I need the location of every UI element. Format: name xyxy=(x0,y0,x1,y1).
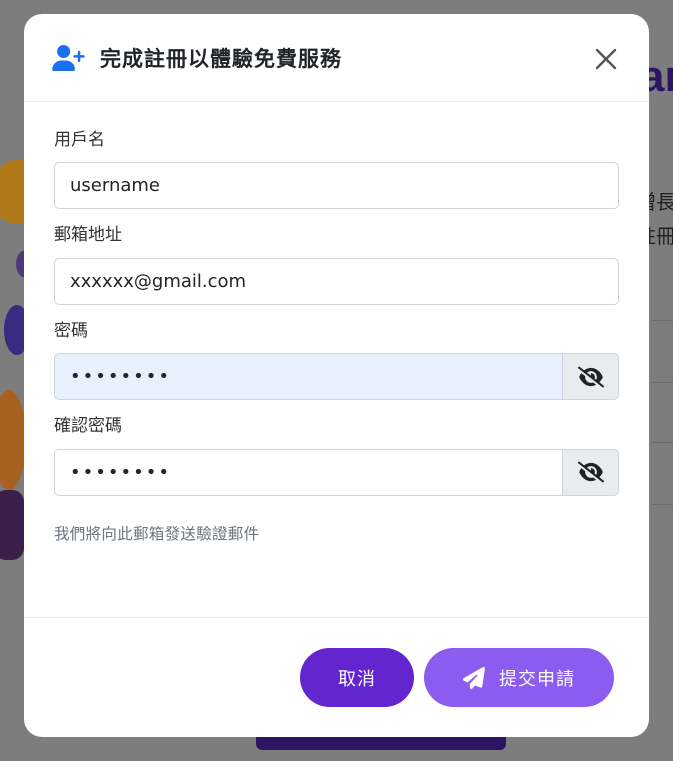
background-divider xyxy=(652,382,673,383)
confirm-password-value: •••••••• xyxy=(70,461,171,483)
submit-button[interactable]: 提交申請 xyxy=(424,648,614,707)
cancel-button[interactable]: 取消 xyxy=(300,648,414,707)
background-decoration xyxy=(0,490,24,560)
background-decoration xyxy=(0,390,26,490)
close-icon[interactable] xyxy=(591,44,621,74)
confirm-password-label: 確認密碼 xyxy=(54,416,122,437)
register-modal: 完成註冊以體驗免費服務 用戶名 username 郵箱地址 xxxxxx@gma… xyxy=(24,14,649,737)
background-divider xyxy=(652,442,673,443)
modal-body: 用戶名 username 郵箱地址 xxxxxx@gmail.com 密碼 ••… xyxy=(24,102,649,544)
submit-button-label: 提交申請 xyxy=(499,668,575,690)
username-input[interactable]: username xyxy=(54,162,619,210)
background-divider xyxy=(652,320,673,321)
password-value: •••••••• xyxy=(70,366,171,388)
confirm-password-group: 確認密碼 •••••••• xyxy=(54,416,619,496)
modal-title: 完成註冊以體驗免費服務 xyxy=(100,46,342,71)
email-label: 郵箱地址 xyxy=(54,225,122,246)
background-divider xyxy=(652,504,673,505)
toggle-password-button[interactable] xyxy=(563,353,619,401)
user-plus-icon xyxy=(52,44,86,72)
email-group: 郵箱地址 xxxxxx@gmail.com xyxy=(54,225,619,305)
toggle-confirm-password-button[interactable] xyxy=(563,448,619,496)
username-group: 用戶名 username xyxy=(54,130,619,210)
password-label: 密碼 xyxy=(54,320,88,341)
email-help-text: 我們將向此郵箱發送驗證郵件 xyxy=(54,524,260,543)
modal-footer: 取消 提交申請 xyxy=(24,617,649,737)
eye-slash-icon xyxy=(577,461,604,483)
modal-header: 完成註冊以體驗免費服務 xyxy=(24,14,649,102)
confirm-password-input[interactable]: •••••••• xyxy=(54,448,563,496)
password-input[interactable]: •••••••• xyxy=(54,353,563,401)
password-input-group: •••••••• xyxy=(54,353,619,401)
email-input[interactable]: xxxxxx@gmail.com xyxy=(54,257,619,305)
username-label: 用戶名 xyxy=(54,130,105,150)
paper-plane-icon xyxy=(463,666,485,689)
confirm-password-input-group: •••••••• xyxy=(54,448,619,496)
eye-slash-icon xyxy=(577,366,604,388)
password-group: 密碼 •••••••• xyxy=(54,320,619,401)
